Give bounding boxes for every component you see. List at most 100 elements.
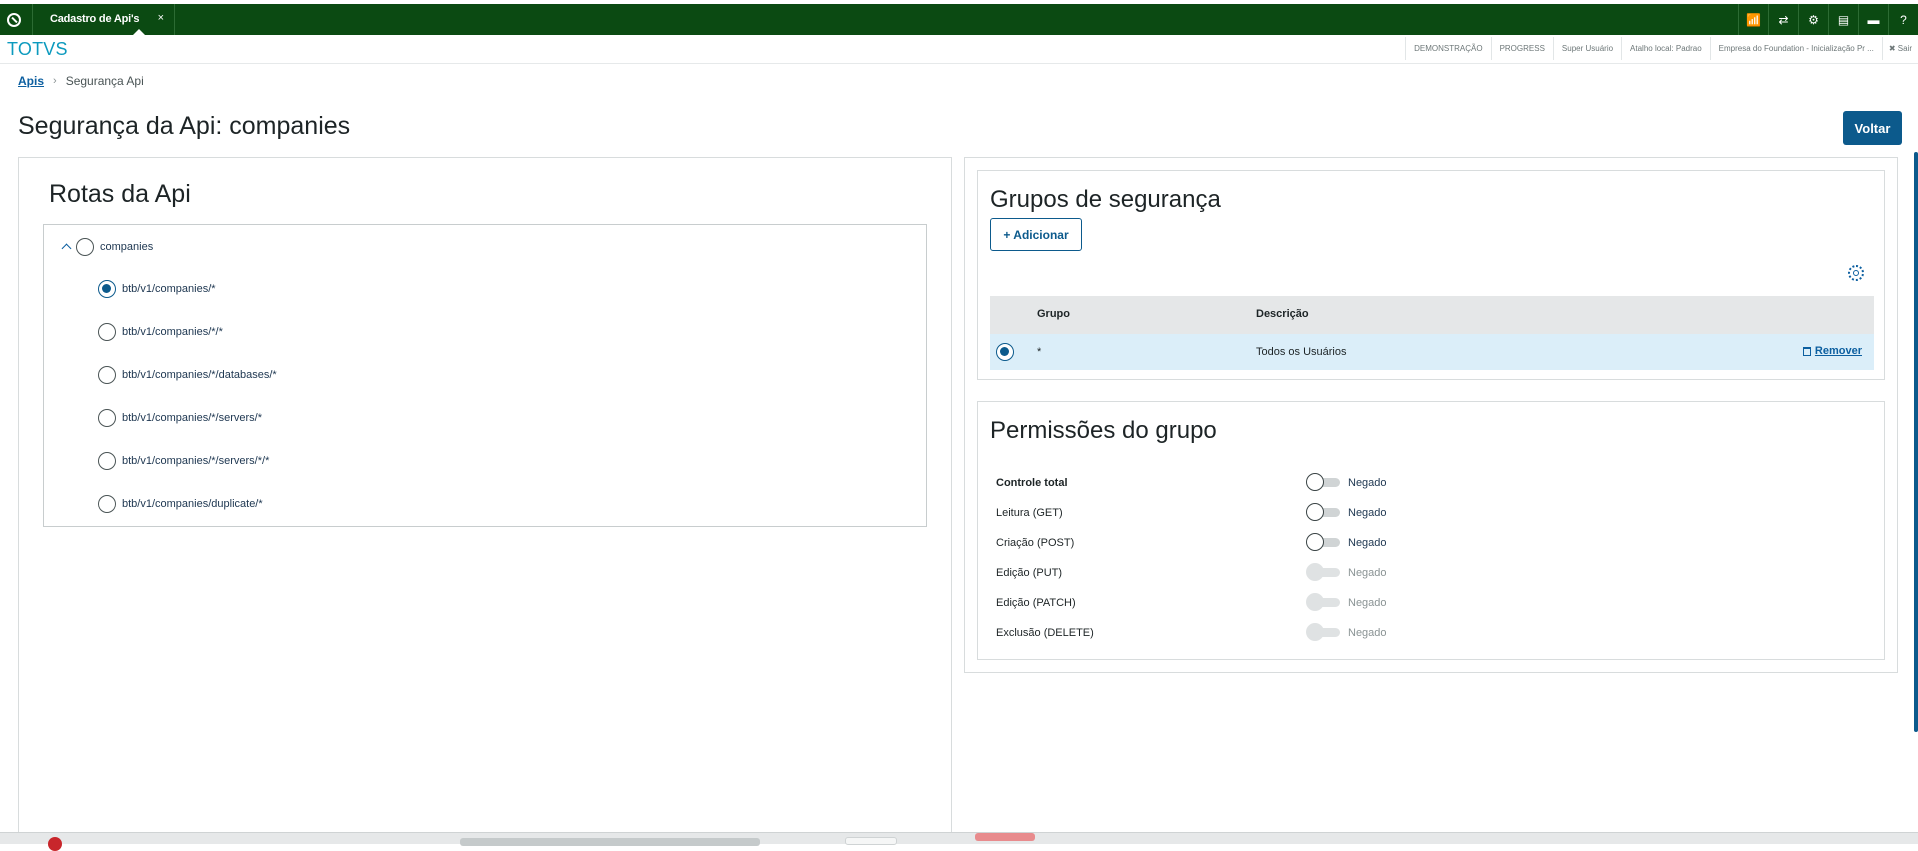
remove-label: Remover xyxy=(1814,345,1862,357)
route-radio[interactable] xyxy=(98,495,116,513)
page-scrollbar[interactable] xyxy=(1914,152,1918,732)
route-item[interactable]: btb/v1/companies/*/* xyxy=(98,322,223,342)
permission-label: Controle total xyxy=(996,477,1068,489)
gear-icon[interactable]: ⚙ xyxy=(1798,4,1828,35)
permission-label: Edição (PATCH) xyxy=(996,597,1076,609)
permission-row: Leitura (GET) Negado xyxy=(996,503,1866,523)
permission-label: Exclusão (DELETE) xyxy=(996,627,1094,639)
routes-tree: companies btb/v1/companies/* btb/v1/comp… xyxy=(43,224,927,527)
route-label: btb/v1/companies/*/servers/* xyxy=(122,412,263,424)
chevron-up-icon[interactable] xyxy=(58,237,76,257)
permission-label: Criação (POST) xyxy=(996,537,1075,549)
permission-state: Negado xyxy=(1348,627,1387,639)
chevron-right-icon: › xyxy=(53,75,57,87)
add-group-button[interactable]: + Adicionar xyxy=(990,218,1082,251)
permissions-title: Permissões do grupo xyxy=(990,417,1217,444)
route-radio-selected[interactable] xyxy=(98,280,116,298)
bottom-taskbar xyxy=(0,832,1918,851)
permission-toggle[interactable] xyxy=(1306,533,1342,551)
groups-table-header: Grupo Descrição xyxy=(990,296,1874,334)
route-label: btb/v1/companies/duplicate/* xyxy=(122,498,263,510)
permission-row: Edição (PATCH) Negado xyxy=(996,593,1866,613)
user-label[interactable]: Super Usuário xyxy=(1552,37,1621,60)
tab-cadastro-apis[interactable]: Cadastro de Api's × xyxy=(32,4,175,35)
table-settings-gear-icon[interactable] xyxy=(1848,265,1864,281)
permission-state: Negado xyxy=(1348,597,1387,609)
remove-group-button[interactable]: Remover xyxy=(1802,345,1862,357)
route-item[interactable]: btb/v1/companies/* xyxy=(98,279,216,299)
groups-card: Grupos de segurança + Adicionar Grupo De… xyxy=(977,170,1885,380)
top-tab-bar: Cadastro de Api's × 📶 ⇄ ⚙ ▤ ▬ ? xyxy=(0,0,1918,35)
home-icon xyxy=(7,12,21,27)
security-panel: Grupos de segurança + Adicionar Grupo De… xyxy=(964,157,1898,673)
route-item[interactable]: btb/v1/companies/*/databases/* xyxy=(98,365,277,385)
route-radio[interactable] xyxy=(98,323,116,341)
route-label: btb/v1/companies/* xyxy=(122,283,216,295)
breadcrumb-current: Segurança Api xyxy=(65,74,144,88)
route-radio[interactable] xyxy=(98,409,116,427)
permission-toggle-disabled xyxy=(1306,593,1342,611)
route-label: btb/v1/companies/*/databases/* xyxy=(122,369,277,381)
routes-panel-title: Rotas da Api xyxy=(49,180,191,208)
back-button[interactable]: Voltar xyxy=(1843,111,1902,145)
routes-panel: Rotas da Api companies btb/v1/companies/… xyxy=(18,157,952,844)
tab-close-icon[interactable]: × xyxy=(158,12,164,24)
permissions-card: Permissões do grupo Controle total Negad… xyxy=(977,401,1885,660)
tree-root-companies[interactable]: companies xyxy=(58,237,153,257)
permission-toggle-disabled xyxy=(1306,623,1342,641)
route-item[interactable]: btb/v1/companies/*/servers/*/* xyxy=(98,451,269,471)
route-item[interactable]: btb/v1/companies/duplicate/* xyxy=(98,494,263,514)
permission-state: Negado xyxy=(1348,567,1387,579)
route-label: btb/v1/companies/*/* xyxy=(122,326,223,338)
tree-root-label: companies xyxy=(100,241,154,253)
active-tab-indicator xyxy=(133,29,145,35)
exit-button[interactable]: ✖ Sair xyxy=(1881,37,1918,60)
cell-group: * xyxy=(1037,346,1042,358)
help-icon[interactable]: ? xyxy=(1888,4,1918,35)
environment-label[interactable]: DEMONSTRAÇÃO xyxy=(1405,37,1490,60)
row-select-radio[interactable] xyxy=(996,343,1014,361)
home-button[interactable] xyxy=(0,4,28,35)
permission-state: Negado xyxy=(1348,537,1387,549)
breadcrumb-apis-link[interactable]: Apis xyxy=(18,74,44,88)
table-row[interactable]: * Todos os Usuários Remover xyxy=(990,334,1874,370)
header-divider xyxy=(0,63,1918,64)
column-header-descricao[interactable]: Descrição xyxy=(1256,308,1309,320)
page-title: Segurança da Api: companies xyxy=(18,112,351,140)
header-info-bar: DEMONSTRAÇÃO PROGRESS Super Usuário Atal… xyxy=(1405,37,1918,60)
permission-row: Edição (PUT) Negado xyxy=(996,563,1866,583)
brand-logo[interactable]: TOTVS xyxy=(7,39,68,60)
permission-row: Criação (POST) Negado xyxy=(996,533,1866,553)
shortcut-label[interactable]: Atalho local: Padrao xyxy=(1621,37,1710,60)
route-item[interactable]: btb/v1/companies/*/servers/* xyxy=(98,408,262,428)
groups-title: Grupos de segurança xyxy=(990,186,1221,213)
permission-label: Leitura (GET) xyxy=(996,507,1063,519)
taskbar-item[interactable] xyxy=(975,833,1035,841)
document-icon[interactable]: ▤ xyxy=(1828,4,1858,35)
top-tab-bar-background: Cadastro de Api's × 📶 ⇄ ⚙ ▤ ▬ ? xyxy=(0,4,1918,35)
database-label[interactable]: PROGRESS xyxy=(1490,37,1553,60)
route-radio[interactable] xyxy=(98,452,116,470)
breadcrumb: Apis › Segurança Api xyxy=(18,74,144,88)
tab-label: Cadastro de Api's xyxy=(50,13,140,25)
radio-companies[interactable] xyxy=(76,238,94,256)
column-header-grupo[interactable]: Grupo xyxy=(1037,308,1070,320)
permission-toggle[interactable] xyxy=(1306,473,1342,491)
shuffle-icon[interactable]: ⇄ xyxy=(1768,4,1798,35)
permission-row: Controle total Negado xyxy=(996,473,1866,493)
chat-icon[interactable]: ▬ xyxy=(1858,4,1888,35)
permission-toggle-disabled xyxy=(1306,563,1342,581)
taskbar-app-icon[interactable] xyxy=(48,837,62,851)
permission-label: Edição (PUT) xyxy=(996,567,1063,579)
route-label: btb/v1/companies/*/servers/*/* xyxy=(122,455,270,467)
company-label[interactable]: Empresa do Foundation - Inicialização Pr… xyxy=(1709,37,1882,60)
taskbar-item[interactable] xyxy=(460,838,760,846)
route-radio[interactable] xyxy=(98,366,116,384)
trash-icon xyxy=(1802,346,1811,356)
permission-state: Negado xyxy=(1348,477,1387,489)
permission-toggle[interactable] xyxy=(1306,503,1342,521)
permission-row: Exclusão (DELETE) Negado xyxy=(996,623,1866,643)
permission-state: Negado xyxy=(1348,507,1387,519)
signal-icon[interactable]: 📶 xyxy=(1738,4,1768,35)
top-icon-bar: 📶 ⇄ ⚙ ▤ ▬ ? xyxy=(1738,4,1918,35)
